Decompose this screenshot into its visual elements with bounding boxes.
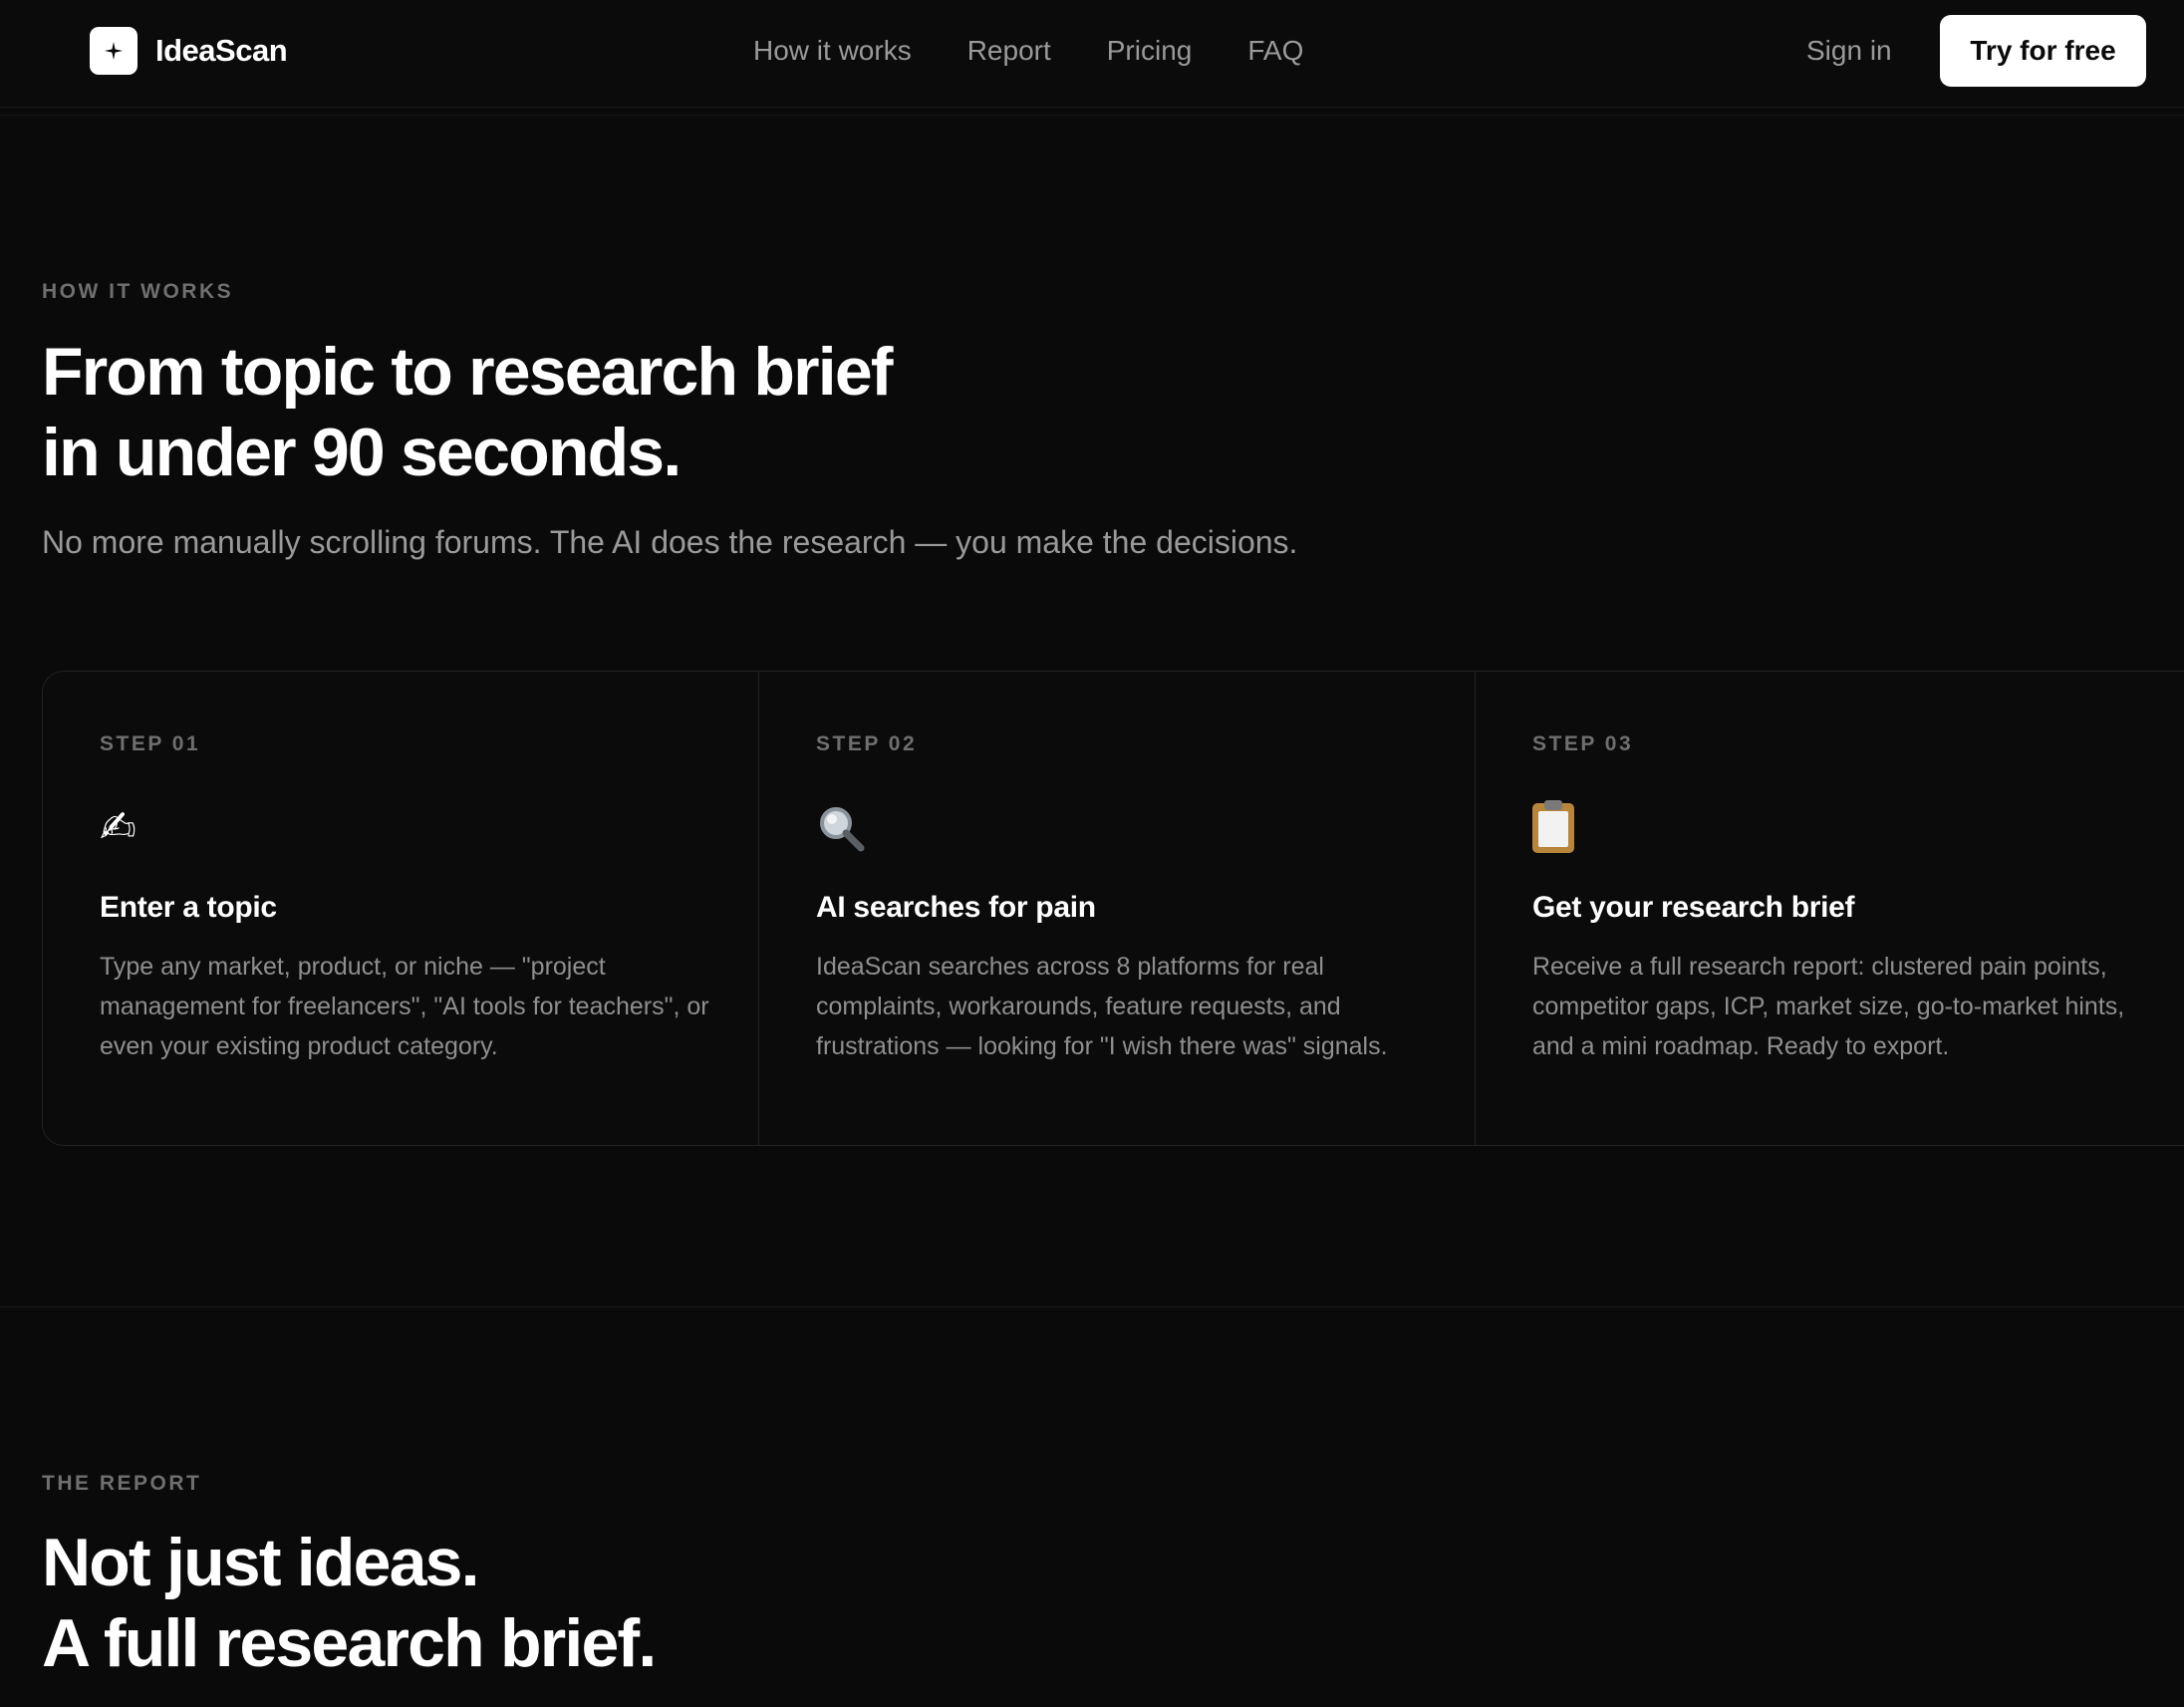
try-for-free-button[interactable]: Try for free <box>1940 15 2146 87</box>
nav-link-pricing[interactable]: Pricing <box>1107 35 1193 67</box>
sparkle-icon <box>90 27 137 75</box>
writing-hand-icon: ✍ <box>100 802 136 853</box>
step-card: STEP 02 AI searches for pain IdeaScan se… <box>759 672 1476 1145</box>
top-nav: IdeaScan How it works Report Pricing FAQ… <box>0 0 2184 116</box>
step-title: AI searches for pain <box>816 891 1096 924</box>
nav-link-report[interactable]: Report <box>967 35 1051 67</box>
brand-name: IdeaScan <box>155 33 288 68</box>
nav-links: How it works Report Pricing FAQ <box>753 30 1303 72</box>
section-subtitle: No more manually scrolling forums. The A… <box>42 524 1298 560</box>
step-card: STEP 01 ✍ Enter a topic Type any market,… <box>43 672 759 1145</box>
clipboard-icon <box>1532 800 2184 853</box>
magnifying-glass-icon <box>816 803 1475 853</box>
step-label: STEP 03 <box>1532 732 1634 755</box>
section-title-line-2: A full research brief. <box>42 1605 657 1681</box>
steps-card: STEP 01 ✍ Enter a topic Type any market,… <box>42 671 2184 1146</box>
nav-link-how-it-works[interactable]: How it works <box>753 35 912 67</box>
nav-link-faq[interactable]: FAQ <box>1247 35 1303 67</box>
sign-in-link[interactable]: Sign in <box>1806 30 1892 72</box>
step-description: Receive a full research report: clustere… <box>1532 953 2125 1060</box>
step-label: STEP 02 <box>816 732 918 755</box>
section-eyebrow: THE REPORT <box>42 1472 202 1495</box>
section-eyebrow: HOW IT WORKS <box>42 280 234 303</box>
page: IdeaScan How it works Report Pricing FAQ… <box>0 0 2184 1707</box>
section-title: From topic to research brief in under 90… <box>42 332 894 493</box>
step-card: STEP 03 Get your research brief Receive … <box>1476 672 2184 1145</box>
step-label: STEP 01 <box>100 732 201 755</box>
step-title: Get your research brief <box>1532 891 1855 924</box>
section-title-line-1: Not just ideas. <box>42 1525 480 1600</box>
brand-logo[interactable]: IdeaScan <box>90 27 288 75</box>
section-title-line-1: From topic to research brief <box>42 334 894 410</box>
section-divider <box>0 1306 2184 1307</box>
step-description: Type any market, product, or niche — "pr… <box>100 953 709 1060</box>
step-title: Enter a topic <box>100 891 277 924</box>
section-title: Not just ideas. A full research brief. <box>42 1523 657 1684</box>
step-description: IdeaScan searches across 8 platforms for… <box>816 953 1388 1060</box>
section-title-line-2: in under 90 seconds. <box>42 415 682 490</box>
